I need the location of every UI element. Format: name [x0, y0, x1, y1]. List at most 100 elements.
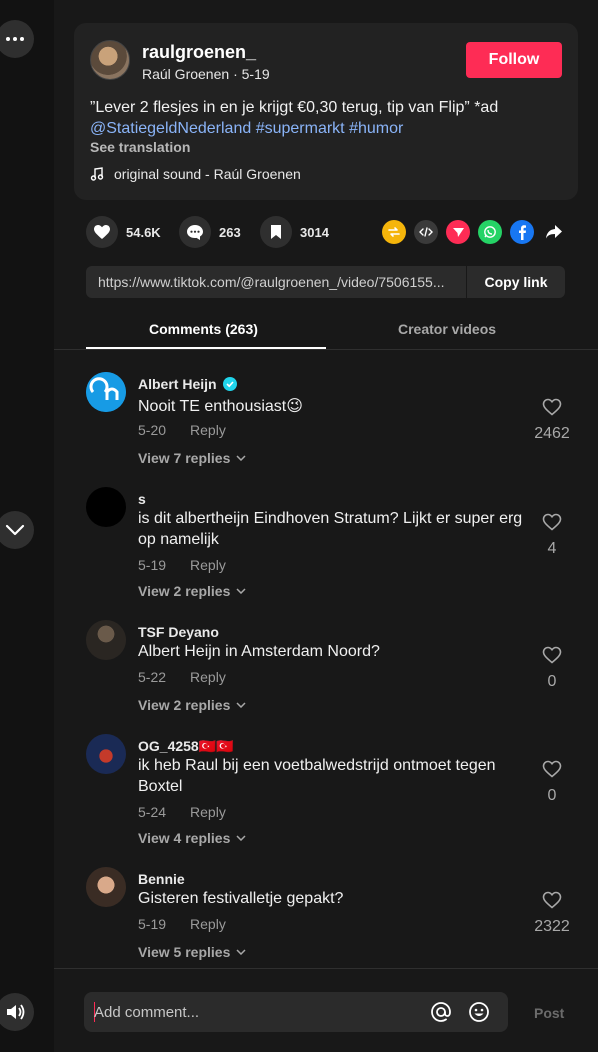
comment-like-count: 2462	[534, 425, 570, 442]
comment-count: 263	[219, 224, 241, 240]
heart-outline-icon	[542, 398, 562, 416]
like-action[interactable]: 54.6K	[86, 216, 161, 248]
emoji-icon[interactable]	[468, 1001, 490, 1023]
like-count: 54.6K	[126, 224, 161, 240]
comment-like[interactable]: 4	[532, 513, 572, 558]
comment-action[interactable]: 263	[179, 216, 241, 248]
sound-link[interactable]: original sound - Raúl Groenen	[90, 166, 301, 182]
view-replies-button[interactable]: View 2 replies	[138, 697, 246, 713]
facebook-button[interactable]	[510, 220, 534, 244]
commenter-name[interactable]: s	[138, 491, 146, 507]
chevron-down-icon	[236, 702, 246, 708]
comment-meta: 5-19 Reply	[138, 916, 226, 932]
comment-like-count: 0	[547, 673, 557, 690]
view-replies-button[interactable]: View 2 replies	[138, 583, 246, 599]
comment-like-count: 4	[547, 540, 557, 557]
chevron-down-icon	[236, 455, 246, 461]
reply-button[interactable]: Reply	[190, 916, 226, 932]
view-replies-label: View 7 replies	[138, 450, 231, 466]
comment-input[interactable]	[94, 1001, 414, 1023]
commenter-name[interactable]: Bennie	[138, 871, 185, 887]
comment-like[interactable]: 0	[532, 760, 572, 805]
commenter-name[interactable]: OG_4258🇹🇷🇹🇷	[138, 738, 234, 755]
embed-button[interactable]	[414, 220, 438, 244]
commenter-name[interactable]: TSF Deyano	[138, 624, 219, 640]
post-date: 5-19	[241, 66, 270, 82]
view-replies-button[interactable]: View 4 replies	[138, 830, 246, 846]
reply-button[interactable]: Reply	[190, 669, 226, 685]
chevron-down-icon	[236, 835, 246, 841]
more-share-button[interactable]	[542, 220, 566, 244]
verified-badge-icon	[222, 377, 237, 391]
reply-button[interactable]: Reply	[190, 557, 226, 573]
comment-date: 5-22	[138, 669, 167, 685]
mention-icon[interactable]	[430, 1001, 452, 1023]
more-options-button[interactable]	[0, 20, 34, 58]
comment-meta: 5-19 Reply	[138, 557, 226, 573]
music-note-icon	[90, 167, 104, 181]
heart-outline-icon	[542, 646, 562, 664]
chevron-down-icon	[5, 524, 25, 536]
volume-icon	[7, 1004, 25, 1020]
comment-meta: 5-20 Reply	[138, 422, 226, 438]
comment-button[interactable]	[179, 216, 211, 248]
hashtag-link[interactable]: @StatiegeldNederland	[90, 120, 251, 137]
commenter-name-text: Albert Heijn	[138, 376, 217, 392]
commenter-name[interactable]: Albert Heijn	[138, 376, 237, 392]
tab-comments[interactable]: Comments (263)	[149, 321, 258, 337]
comment-text: ik heb Raul bij een voetbalwedstrijd ont…	[138, 757, 496, 795]
repost-icon	[388, 227, 400, 237]
comment-text: Albert Heijn in Amsterdam Noord?	[138, 643, 380, 660]
comment-like[interactable]: 0	[532, 646, 572, 691]
view-replies-button[interactable]: View 5 replies	[138, 944, 246, 960]
author-username[interactable]: raulgroenen_	[142, 42, 256, 63]
commenter-avatar[interactable]	[86, 734, 126, 774]
next-video-button[interactable]	[0, 511, 34, 549]
commenter-avatar[interactable]	[86, 620, 126, 660]
sound-name: original sound - Raúl Groenen	[114, 166, 301, 182]
comment-text: Nooit TE enthousiast😉	[138, 398, 303, 415]
send-to-friends-button[interactable]	[446, 220, 470, 244]
author-subline: Raúl Groenen · 5-19	[142, 66, 270, 82]
comment-meta: 5-24 Reply	[138, 804, 226, 820]
save-button[interactable]	[260, 216, 292, 248]
caption-text: ”Lever 2 flesjes in en je krijgt €0,30 t…	[90, 99, 499, 116]
repost-button[interactable]	[382, 220, 406, 244]
like-button[interactable]	[86, 216, 118, 248]
more-dots-icon	[6, 37, 24, 41]
comment-date: 5-24	[138, 804, 167, 820]
view-replies-label: View 4 replies	[138, 830, 231, 846]
video-link-url[interactable]: https://www.tiktok.com/@raulgroenen_/vid…	[98, 274, 460, 290]
commenter-avatar[interactable]	[86, 487, 126, 527]
volume-button[interactable]	[0, 993, 34, 1031]
hashtag-link[interactable]: #humor	[349, 120, 403, 137]
hashtag-link[interactable]: #supermarkt	[256, 120, 345, 137]
embed-icon	[419, 227, 433, 237]
heart-outline-icon	[542, 891, 562, 909]
comment-date: 5-19	[138, 557, 167, 573]
comment-like[interactable]: 2322	[532, 891, 572, 936]
active-tab-indicator	[86, 347, 326, 349]
facebook-icon	[519, 225, 526, 240]
commenter-avatar[interactable]	[86, 867, 126, 907]
comment-like[interactable]: 2462	[532, 398, 572, 443]
reply-button[interactable]: Reply	[190, 422, 226, 438]
view-replies-button[interactable]: View 7 replies	[138, 450, 246, 466]
chevron-down-icon	[236, 588, 246, 594]
copy-link-button[interactable]: Copy link	[466, 266, 565, 298]
author-avatar[interactable]	[90, 40, 130, 80]
reply-button[interactable]: Reply	[190, 804, 226, 820]
post-comment-button[interactable]: Post	[534, 1005, 564, 1021]
heart-outline-icon	[542, 513, 562, 531]
left-rail	[0, 0, 54, 1052]
save-action[interactable]: 3014	[260, 216, 329, 248]
tab-creator-videos[interactable]: Creator videos	[398, 321, 496, 337]
comment-tabs: Comments (263) Creator videos	[54, 312, 598, 350]
view-replies-label: View 2 replies	[138, 697, 231, 713]
comment-text: is dit albertheijn Eindhoven Stratum? Li…	[138, 510, 523, 548]
commenter-avatar[interactable]	[86, 372, 126, 412]
whatsapp-button[interactable]	[478, 220, 502, 244]
see-translation-link[interactable]: See translation	[90, 139, 190, 155]
follow-button[interactable]: Follow	[466, 42, 562, 78]
albert-heijn-logo-icon	[86, 372, 126, 412]
